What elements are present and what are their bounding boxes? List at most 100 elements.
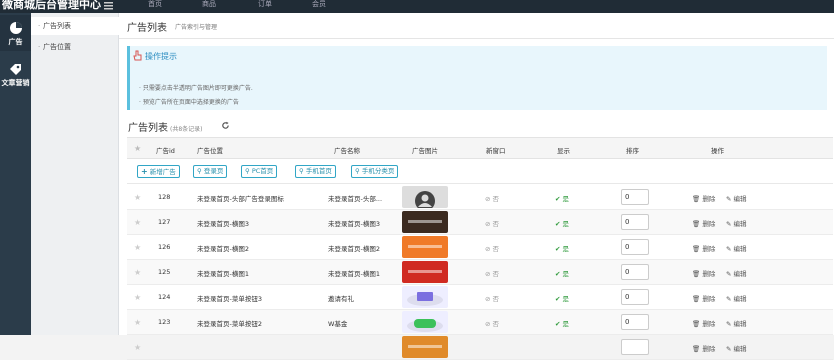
table-header: ★ 广告id 广告位置 广告名称 广告图片 新窗口 显示 排序 操作 bbox=[127, 137, 833, 159]
ad-image[interactable] bbox=[402, 186, 448, 208]
edit-button[interactable]: ✎ 编辑 bbox=[726, 243, 747, 253]
ad-image[interactable] bbox=[402, 311, 448, 333]
check-circle-icon: ✔ bbox=[555, 295, 561, 303]
top-nav-item[interactable]: 商品 bbox=[202, 0, 216, 9]
show-status[interactable]: ✔ 是 bbox=[555, 218, 569, 228]
sidebar-item-ads[interactable]: 广告 bbox=[0, 15, 31, 51]
check-circle-icon: ✔ bbox=[555, 195, 561, 203]
sort-input[interactable]: 0 bbox=[621, 314, 649, 330]
table-row: ★ 128 未登录首页-头部广告登录图标 未登录首页-头部... ⊘ 否 ✔ 是 0 🗑 删除… bbox=[127, 185, 833, 210]
trash-icon: 🗑 bbox=[692, 220, 701, 228]
search-icon: ⚲ bbox=[299, 167, 304, 175]
ban-icon: ⊘ bbox=[485, 245, 491, 253]
sort-input[interactable] bbox=[621, 339, 649, 355]
sort-input[interactable]: 0 bbox=[621, 239, 649, 255]
sort-input[interactable]: 0 bbox=[621, 214, 649, 230]
trash-icon: 🗑 bbox=[692, 320, 701, 328]
sidebar-item-article-marketing[interactable]: 文章营销 bbox=[0, 63, 31, 95]
show-status[interactable]: ✔ 是 bbox=[555, 293, 569, 303]
delete-button[interactable]: 🗑 删除 bbox=[692, 268, 715, 278]
check-circle-icon: ✔ bbox=[555, 270, 561, 278]
search-icon: ⚲ bbox=[197, 167, 202, 175]
star-icon[interactable]: ★ bbox=[134, 293, 141, 302]
check-circle-icon: ✔ bbox=[555, 320, 561, 328]
add-ad-button[interactable]: + 新增广告 bbox=[137, 165, 180, 178]
ad-id: 127 bbox=[158, 218, 171, 226]
sub-navigation: 广告列表 广告位置 bbox=[31, 13, 119, 335]
star-icon[interactable]: ★ bbox=[134, 318, 141, 327]
new-window-status[interactable]: ⊘ 否 bbox=[485, 193, 499, 203]
col-header-sort: 排序 bbox=[626, 147, 639, 155]
star-icon[interactable]: ★ bbox=[134, 243, 141, 252]
table-row: ★ 🗑 删除 ✎ 编辑 bbox=[127, 335, 833, 360]
show-status[interactable]: ✔ 是 bbox=[555, 243, 569, 253]
star-icon[interactable]: ★ bbox=[134, 343, 141, 352]
col-header-new-window: 新窗口 bbox=[486, 147, 506, 155]
show-status[interactable]: ✔ 是 bbox=[555, 193, 569, 203]
main-content: 广告列表 广告索引与管理 操作提示 · 只需要点击半透明广告图片即可更换广告. … bbox=[119, 13, 834, 360]
col-header-id: 广告id bbox=[156, 147, 175, 155]
delete-button[interactable]: 🗑 删除 bbox=[692, 243, 715, 253]
ad-id: 124 bbox=[158, 293, 171, 301]
sort-input[interactable]: 0 bbox=[621, 289, 649, 305]
edit-button[interactable]: ✎ 编辑 bbox=[726, 193, 747, 203]
filter-login-page-button[interactable]: ⚲ 登录页 bbox=[193, 165, 228, 178]
ad-id: 126 bbox=[158, 243, 171, 251]
record-count: (共8条记录) bbox=[170, 126, 203, 133]
menu-toggle-icon[interactable] bbox=[104, 2, 113, 10]
new-window-status[interactable]: ⊘ 否 bbox=[485, 293, 499, 303]
edit-button[interactable]: ✎ 编辑 bbox=[726, 268, 747, 278]
filter-mobile-home-button[interactable]: ⚲ 手机首页 bbox=[295, 165, 336, 178]
tips-line: · 预览广告所在页面中选择更换的广告 bbox=[139, 99, 239, 106]
edit-button[interactable]: ✎ 编辑 bbox=[726, 343, 747, 353]
ban-icon: ⊘ bbox=[485, 195, 491, 203]
filter-mobile-category-button[interactable]: ⚲ 手机分类页 bbox=[351, 165, 399, 178]
ad-image[interactable] bbox=[402, 211, 448, 233]
ad-position: 未登录首页-横图1 bbox=[197, 270, 249, 278]
page-header: 广告列表 广告索引与管理 bbox=[119, 13, 834, 39]
top-nav-item[interactable]: 会员 bbox=[312, 0, 326, 9]
ad-position: 未登录首页-横图2 bbox=[197, 245, 249, 253]
star-icon[interactable]: ★ bbox=[134, 193, 141, 202]
delete-button[interactable]: 🗑 删除 bbox=[692, 193, 715, 203]
star-icon[interactable]: ★ bbox=[134, 268, 141, 277]
show-status[interactable]: ✔ 是 bbox=[555, 268, 569, 278]
sort-input[interactable]: 0 bbox=[621, 189, 649, 205]
star-icon[interactable]: ★ bbox=[134, 218, 141, 227]
new-window-status[interactable]: ⊘ 否 bbox=[485, 243, 499, 253]
edit-icon: ✎ bbox=[726, 270, 732, 278]
app-brand: 微商城后台管理中心 bbox=[2, 0, 101, 11]
edit-button[interactable]: ✎ 编辑 bbox=[726, 293, 747, 303]
table-row: ★ 126 未登录首页-横图2 未登录首页-横图2 ⊘ 否 ✔ 是 0 🗑 删除 ✎ 编辑 bbox=[127, 235, 833, 260]
delete-button[interactable]: 🗑 删除 bbox=[692, 318, 715, 328]
edit-icon: ✎ bbox=[726, 245, 732, 253]
ad-image[interactable] bbox=[402, 236, 448, 258]
trash-icon: 🗑 bbox=[692, 270, 701, 278]
top-nav-item[interactable]: 首页 bbox=[148, 0, 162, 9]
sort-input[interactable]: 0 bbox=[621, 264, 649, 280]
col-header-show: 显示 bbox=[557, 147, 570, 155]
sidebar-item-label: 文章营销 bbox=[1, 79, 30, 87]
new-window-status[interactable]: ⊘ 否 bbox=[485, 218, 499, 228]
new-window-status[interactable]: ⊘ 否 bbox=[485, 268, 499, 278]
refresh-icon[interactable] bbox=[221, 121, 230, 130]
trash-icon: 🗑 bbox=[692, 345, 701, 353]
ad-image[interactable] bbox=[402, 261, 448, 283]
delete-button[interactable]: 🗑 删除 bbox=[692, 218, 715, 228]
subnav-item-ad-position[interactable]: 广告位置 bbox=[31, 38, 119, 56]
subnav-item-ad-list[interactable]: 广告列表 bbox=[31, 17, 119, 35]
page-subtitle: 广告索引与管理 bbox=[175, 24, 218, 31]
ad-image[interactable] bbox=[402, 336, 448, 358]
show-status[interactable]: ✔ 是 bbox=[555, 318, 569, 328]
filter-pc-home-button[interactable]: ⚲ PC首页 bbox=[241, 165, 278, 178]
edit-button[interactable]: ✎ 编辑 bbox=[726, 218, 747, 228]
top-nav-item[interactable]: 订单 bbox=[258, 0, 272, 9]
edit-icon: ✎ bbox=[726, 320, 732, 328]
edit-button[interactable]: ✎ 编辑 bbox=[726, 318, 747, 328]
ad-image[interactable] bbox=[402, 286, 448, 308]
new-window-status[interactable]: ⊘ 否 bbox=[485, 318, 499, 328]
edit-icon: ✎ bbox=[726, 345, 732, 353]
delete-button[interactable]: 🗑 删除 bbox=[692, 293, 715, 303]
delete-button[interactable]: 🗑 删除 bbox=[692, 343, 715, 353]
ad-name: 邀请有礼 bbox=[328, 295, 354, 303]
